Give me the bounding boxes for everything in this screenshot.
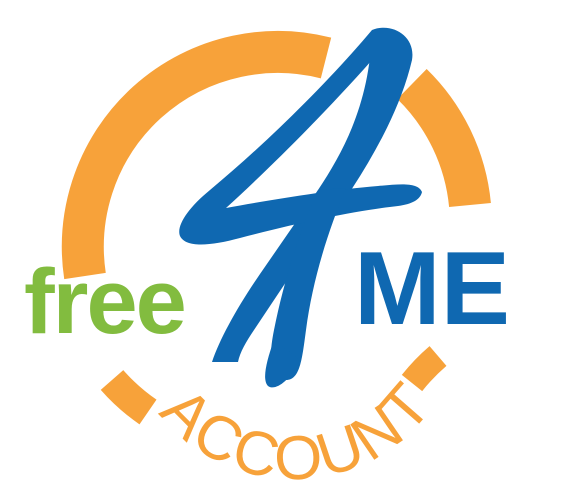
orange-ring-lower-left-arc — [100, 369, 157, 425]
orange-ring-right-arc — [397, 68, 491, 208]
free-text: free — [24, 251, 185, 353]
account-text: ACCOUNT — [148, 370, 446, 492]
logo-svg: ACCOUNT ME free — [24, 27, 510, 492]
orange-ring-lower-right-arc — [401, 346, 447, 392]
free4me-account-logo: ACCOUNT ME free — [0, 0, 576, 492]
me-text: ME — [354, 231, 510, 347]
